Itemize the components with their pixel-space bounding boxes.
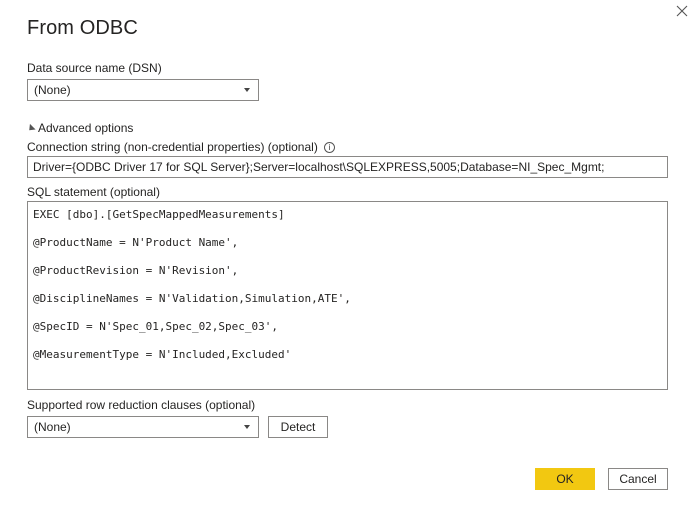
chevron-down-icon xyxy=(244,425,250,429)
info-icon[interactable]: i xyxy=(324,142,336,153)
connection-string-label: Connection string (non-credential proper… xyxy=(27,140,336,154)
connection-string-label-text: Connection string (non-credential proper… xyxy=(27,140,318,154)
dsn-dropdown[interactable]: (None) xyxy=(27,79,259,101)
dialog-title: From ODBC xyxy=(27,17,138,39)
row-reduction-label: Supported row reduction clauses (optiona… xyxy=(27,398,256,412)
advanced-options-toggle[interactable]: Advanced options xyxy=(26,121,134,135)
dsn-value: (None) xyxy=(34,83,71,97)
sql-line: @SpecID = N'Spec_01,Spec_02,Spec_03', xyxy=(33,320,279,333)
sql-line: @ProductName = N'Product Name', xyxy=(33,236,239,249)
sql-line: @ProductRevision = N'Revision', xyxy=(33,264,239,277)
dsn-label: Data source name (DSN) xyxy=(27,61,162,75)
detect-button[interactable]: Detect xyxy=(268,416,328,438)
expand-triangle-icon xyxy=(26,123,36,134)
sql-line: @MeasurementType = N'Included,Excluded' xyxy=(33,348,292,361)
cancel-button[interactable]: Cancel xyxy=(608,468,668,490)
row-reduction-value: (None) xyxy=(34,420,71,434)
sql-statement-textarea[interactable]: EXEC [dbo].[GetSpecMappedMeasurements] @… xyxy=(27,201,668,390)
chevron-down-icon xyxy=(244,88,250,92)
sql-line: EXEC [dbo].[GetSpecMappedMeasurements] xyxy=(33,208,285,221)
close-icon[interactable] xyxy=(675,4,689,18)
row-reduction-dropdown[interactable]: (None) xyxy=(27,416,259,438)
sql-statement-label: SQL statement (optional) xyxy=(27,185,160,199)
advanced-options-label: Advanced options xyxy=(38,121,134,135)
connection-string-input[interactable]: Driver={ODBC Driver 17 for SQL Server};S… xyxy=(27,156,668,178)
ok-button[interactable]: OK xyxy=(535,468,595,490)
sql-line: @DisciplineNames = N'Validation,Simulati… xyxy=(33,292,351,305)
